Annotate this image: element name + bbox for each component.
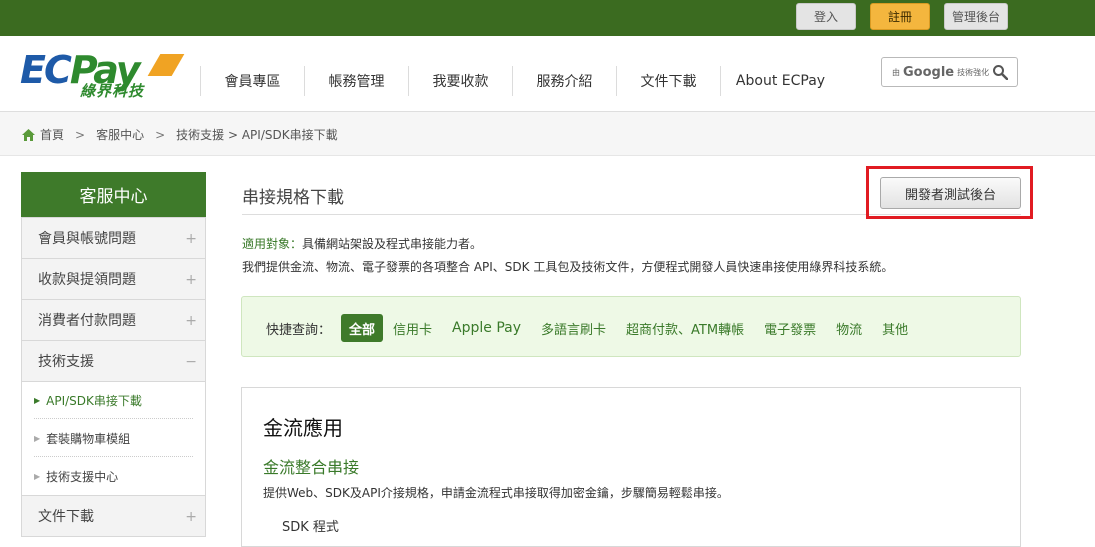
- applicable-label: 適用對象：: [242, 237, 303, 251]
- filter-other[interactable]: 其他: [872, 314, 918, 342]
- filter-apple-pay[interactable]: Apple Pay: [442, 314, 531, 342]
- home-icon: [22, 128, 35, 141]
- section-subheading-link[interactable]: 金流整合串接: [263, 454, 359, 478]
- nav-service[interactable]: 服務介紹: [512, 66, 616, 96]
- filter-convenience-atm[interactable]: 超商付款、ATM轉帳: [616, 314, 754, 342]
- filter-all[interactable]: 全部: [341, 314, 384, 342]
- nav-download[interactable]: 文件下載: [616, 66, 720, 96]
- sidebar-title: 客服中心: [21, 172, 206, 217]
- section-description: 提供Web、SDK及API介接規格，申請金流程式串接取得加密金鑰，步驟簡易輕鬆串…: [263, 486, 729, 500]
- sdk-item: SDK 程式: [282, 520, 339, 535]
- sidebar-menu: 會員與帳號問題 + 收款與提領問題 + 消費者付款問題 + 技術支援 − ▶ A…: [21, 217, 206, 537]
- main-nav: 會員專區 帳務管理 我要收款 服務介紹 文件下載 About ECPay: [200, 66, 840, 96]
- sidebar-subitem-label: 技術支援中心: [46, 469, 119, 484]
- sidebar-item-consumer[interactable]: 消費者付款問題 +: [22, 299, 205, 340]
- top-bar: 登入 註冊 管理後台: [0, 0, 1095, 36]
- search-brand: Google: [903, 64, 955, 80]
- collapse-icon: −: [185, 354, 197, 370]
- register-button[interactable]: 註冊: [870, 3, 930, 30]
- login-button[interactable]: 登入: [796, 3, 856, 30]
- breadcrumb: 首頁 > 客服中心 > 技術支援 > API/SDK串接下載: [22, 126, 338, 143]
- filter-e-invoice[interactable]: 電子發票: [754, 314, 826, 342]
- sidebar-item-tech-support[interactable]: 技術支援 −: [22, 340, 205, 381]
- sidebar-item-label: 文件下載: [38, 509, 94, 525]
- nav-account[interactable]: 帳務管理: [304, 66, 408, 96]
- google-search-box[interactable]: 由 Google 技術強化: [881, 57, 1018, 87]
- sidebar-subitem-tech-center[interactable]: ▶ 技術支援中心: [22, 457, 205, 495]
- ecpay-logo[interactable]: ECPay 綠界科技: [20, 48, 185, 100]
- sidebar-item-collect[interactable]: 收款與提領問題 +: [22, 258, 205, 299]
- sidebar-item-label: 收款與提領問題: [38, 272, 136, 288]
- admin-button[interactable]: 管理後台: [944, 3, 1008, 30]
- sidebar-item-label: 技術支援: [38, 354, 94, 370]
- expand-icon: +: [185, 313, 197, 329]
- nav-collect[interactable]: 我要收款: [408, 66, 512, 96]
- breadcrumb-separator: >: [75, 127, 86, 142]
- nav-member[interactable]: 會員專區: [200, 66, 304, 96]
- triangle-right-icon: ▶: [34, 433, 41, 443]
- magnifier-icon[interactable]: [992, 64, 1008, 80]
- intro-text: 我們提供金流、物流、電子發票的各項整合 API、SDK 工具包及技術文件，方便程…: [242, 260, 894, 274]
- expand-icon: +: [185, 231, 197, 247]
- breadcrumb-current: 技術支援 > API/SDK串接下載: [176, 128, 338, 142]
- search-prefix: 由: [892, 67, 900, 77]
- site-header: ECPay 綠界科技 會員專區 帳務管理 我要收款 服務介紹 文件下載 Abou…: [0, 36, 1095, 112]
- page-title: 串接規格下載: [242, 188, 344, 208]
- search-suffix: 技術強化: [957, 67, 990, 77]
- sidebar-subitem-cart-module[interactable]: ▶ 套裝購物車模組: [22, 419, 205, 457]
- logo-subtext: 綠界科技: [80, 82, 145, 100]
- nav-about[interactable]: About ECPay: [720, 66, 840, 96]
- breadcrumb-service-center[interactable]: 客服中心: [96, 126, 144, 143]
- sidebar-subitem-api-sdk[interactable]: ▶ API/SDK串接下載: [22, 381, 205, 419]
- applicable-audience: 適用對象：具備網站架設及程式串接能力者。: [242, 235, 482, 252]
- triangle-right-icon: ▶: [34, 471, 41, 481]
- quick-filter-label: 快捷查詢：: [266, 322, 332, 338]
- filter-multi-language[interactable]: 多語言刷卡: [531, 314, 616, 342]
- sidebar-item-label: 會員與帳號問題: [38, 231, 136, 247]
- payment-section-card: 金流應用 金流整合串接 提供Web、SDK及API介接規格，申請金流程式串接取得…: [241, 387, 1021, 547]
- triangle-right-icon: ▶: [34, 396, 41, 405]
- sidebar-item-member[interactable]: 會員與帳號問題 +: [22, 217, 205, 258]
- sidebar-item-label: 消費者付款問題: [38, 313, 136, 329]
- breadcrumb-separator: >: [155, 127, 166, 142]
- filter-logistics[interactable]: 物流: [826, 314, 872, 342]
- breadcrumb-bar: 首頁 > 客服中心 > 技術支援 > API/SDK串接下載: [0, 112, 1095, 156]
- quick-filter-panel: 快捷查詢： 全部 信用卡 Apple Pay 多語言刷卡 超商付款、ATM轉帳 …: [241, 296, 1021, 357]
- filter-credit-card[interactable]: 信用卡: [383, 314, 442, 342]
- expand-icon: +: [185, 272, 197, 288]
- logo-swoosh: [147, 54, 185, 76]
- quick-filter-row: 快捷查詢： 全部 信用卡 Apple Pay 多語言刷卡 超商付款、ATM轉帳 …: [266, 314, 918, 342]
- expand-icon: +: [185, 509, 197, 525]
- section-heading: 金流應用: [263, 416, 343, 440]
- developer-test-backend-button[interactable]: 開發者測試後台: [880, 177, 1021, 209]
- breadcrumb-home[interactable]: 首頁: [40, 126, 64, 143]
- sidebar-subitem-label: API/SDK串接下載: [46, 394, 142, 408]
- sidebar-item-docs[interactable]: 文件下載 +: [22, 495, 205, 536]
- applicable-text: 具備網站架設及程式串接能力者。: [302, 237, 483, 251]
- sidebar-subitem-label: 套裝購物車模組: [46, 431, 131, 446]
